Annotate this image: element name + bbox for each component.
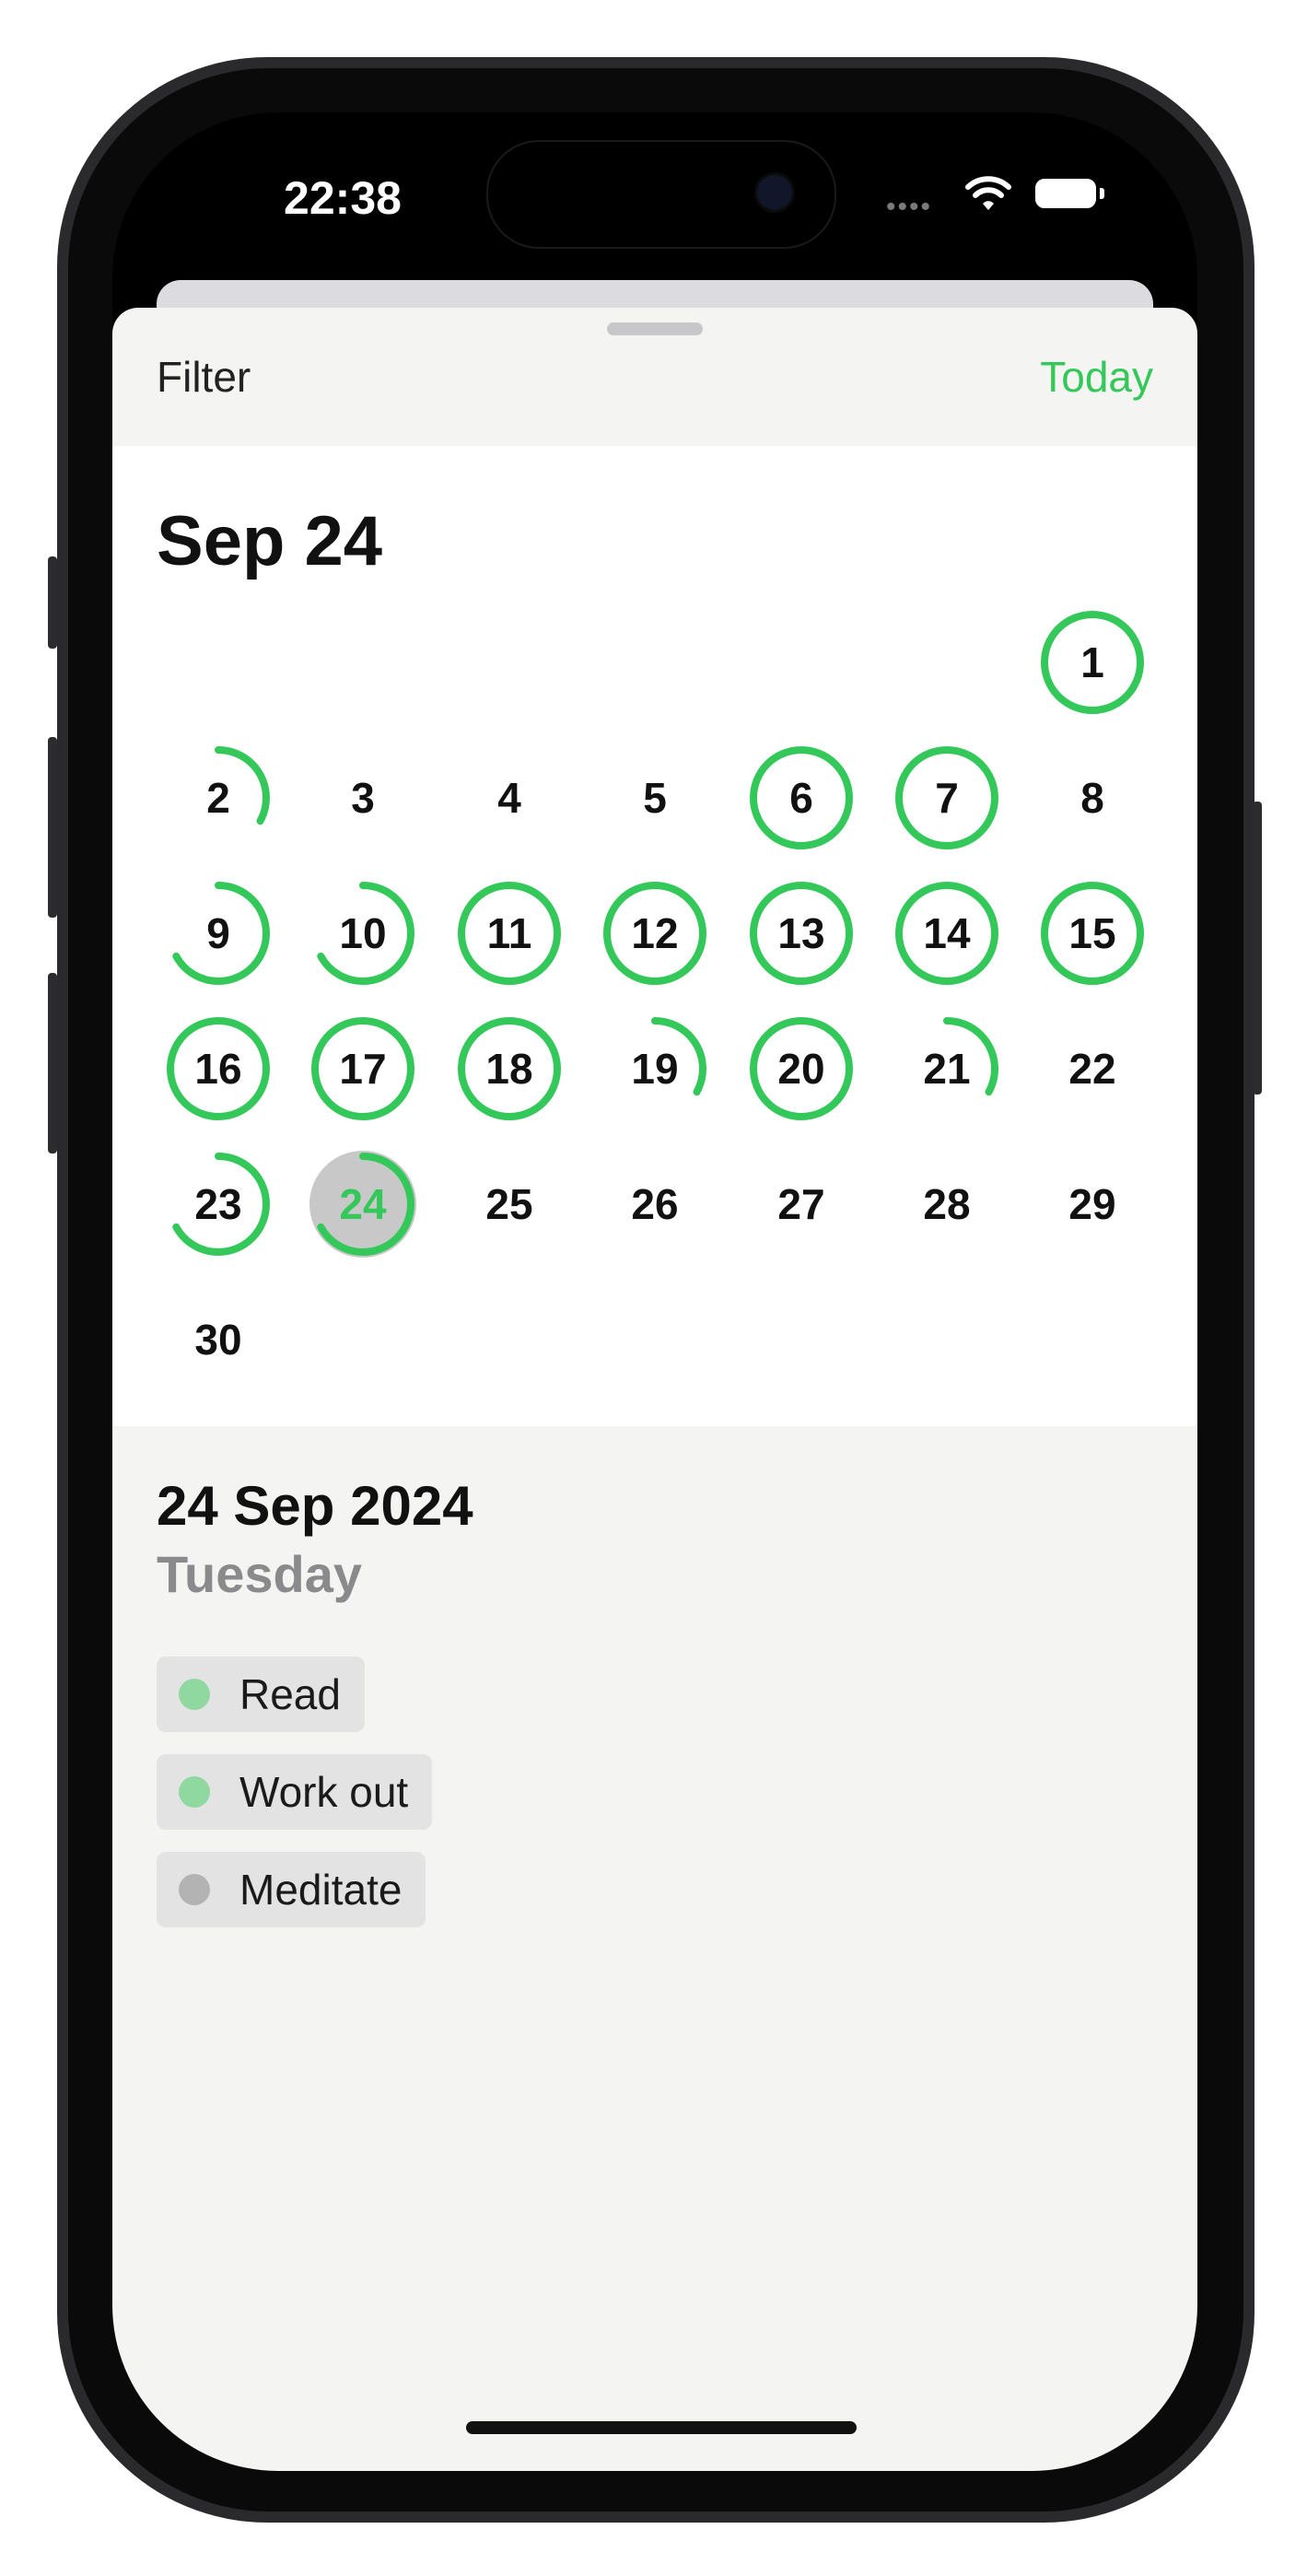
calendar-day[interactable]: 1 [1035,605,1149,720]
calendar-day-number: 14 [923,909,971,957]
power-button [1253,802,1262,1095]
habit-tag[interactable]: Work out [157,1754,433,1830]
calendar-day-number: 17 [339,1045,387,1093]
calendar-day[interactable]: 28 [890,1147,1004,1261]
calendar-day-number: 29 [1068,1180,1116,1228]
calendar-day[interactable]: 25 [452,1147,566,1261]
calendar-day-number: 18 [485,1045,533,1093]
calendar-day-number: 12 [631,909,679,957]
calendar-day[interactable]: 8 [1035,741,1149,855]
calendar-day-number: 27 [777,1180,825,1228]
calendar-day-number: 22 [1068,1045,1116,1093]
volume-up-button [48,737,57,918]
calendar-day[interactable]: 6 [744,741,858,855]
calendar-day[interactable]: 29 [1035,1147,1149,1261]
calendar-day-number: 3 [351,774,375,822]
wifi-icon [965,176,1011,210]
screen: 22:38 •••• Filter Today Sep 24 123456789… [112,112,1197,2471]
habit-label: Work out [239,1768,409,1816]
today-button[interactable]: Today [1040,352,1153,402]
volume-down-button [48,973,57,1153]
calendar-day[interactable]: 2 [161,741,275,855]
habit-label: Meditate [239,1866,403,1914]
filter-button[interactable]: Filter [157,352,251,402]
calendar-day[interactable]: 5 [598,741,712,855]
calendar-day-number: 24 [339,1180,387,1228]
calendar-month: Sep 24 1 2 3 4 5 6 7 8 9 10 11 12 13 14 15 16 17 18 19 20 21… [112,446,1197,1426]
calendar-day-number: 20 [777,1045,825,1093]
habit-sheet: Filter Today Sep 24 1 2 3 4 5 6 7 8 9 10 11 12 13 14 1… [112,308,1197,2471]
calendar-day[interactable]: 11 [452,876,566,990]
calendar-day-number: 26 [631,1180,679,1228]
action-button [48,556,57,649]
battery-icon [1035,179,1096,208]
calendar-day[interactable]: 18 [452,1012,566,1126]
habit-status-dot-icon [179,1679,210,1710]
habit-status-dot-icon [179,1776,210,1808]
habit-tag[interactable]: Read [157,1657,365,1732]
calendar-day-number: 28 [923,1180,971,1228]
detail-weekday: Tuesday [157,1545,363,1603]
calendar-day[interactable]: 10 [306,876,420,990]
calendar-day[interactable]: 23 [161,1147,275,1261]
calendar-day-number: 6 [789,774,813,822]
calendar-day[interactable]: 15 [1035,876,1149,990]
calendar-day[interactable]: 9 [161,876,275,990]
calendar-day[interactable]: 3 [306,741,420,855]
calendar-day-number: 16 [194,1045,242,1093]
calendar-day-number: 8 [1080,774,1104,822]
signal-dots-icon: •••• [886,192,933,222]
calendar-day[interactable]: 12 [598,876,712,990]
calendar-day[interactable]: 19 [598,1012,712,1126]
calendar-day-number: 19 [631,1045,679,1093]
calendar-day[interactable]: 7 [890,741,1004,855]
calendar-day[interactable]: 22 [1035,1012,1149,1126]
calendar-day-number: 10 [339,909,387,957]
calendar-day[interactable]: 4 [452,741,566,855]
status-indicators: •••• [886,170,1162,225]
calendar-day-number: 2 [206,774,230,822]
calendar-day-number: 15 [1068,909,1116,957]
calendar-day[interactable]: 13 [744,876,858,990]
calendar-day[interactable]: 14 [890,876,1004,990]
status-bar: 22:38 •••• [112,112,1197,297]
calendar-day-number: 11 [486,909,532,957]
sheet-grabber[interactable] [607,322,703,335]
calendar-day-number: 21 [923,1045,971,1093]
detail-date: 24 Sep 2024 [157,1475,473,1537]
calendar-day-number: 30 [194,1316,242,1364]
calendar-day-number: 7 [935,774,959,822]
calendar-day-number: 9 [206,909,230,957]
day-detail: 24 Sep 2024 Tuesday Read Work out Meditate [112,1426,1197,2471]
calendar-day[interactable]: 16 [161,1012,275,1126]
front-camera-icon [757,175,792,210]
calendar-day[interactable]: 24 [306,1147,420,1261]
status-time: 22:38 [284,172,402,224]
month-title: Sep 24 [157,502,383,580]
calendar-day-number: 4 [497,774,521,822]
calendar-day-number: 5 [643,774,667,822]
calendar-day[interactable]: 27 [744,1147,858,1261]
calendar-day-number: 25 [485,1180,533,1228]
calendar-day-number: 13 [777,909,825,957]
calendar-day[interactable]: 30 [161,1282,275,1397]
calendar-day[interactable]: 26 [598,1147,712,1261]
calendar-day[interactable]: 21 [890,1012,1004,1126]
habit-status-dot-icon [179,1874,210,1905]
home-indicator[interactable] [466,2421,857,2434]
habit-tag[interactable]: Meditate [157,1852,426,1927]
calendar-day-number: 23 [194,1180,242,1228]
habit-label: Read [239,1670,341,1718]
calendar-day[interactable]: 20 [744,1012,858,1126]
calendar-day-number: 1 [1080,638,1104,686]
calendar-day[interactable]: 17 [306,1012,420,1126]
battery-tip [1100,188,1104,199]
